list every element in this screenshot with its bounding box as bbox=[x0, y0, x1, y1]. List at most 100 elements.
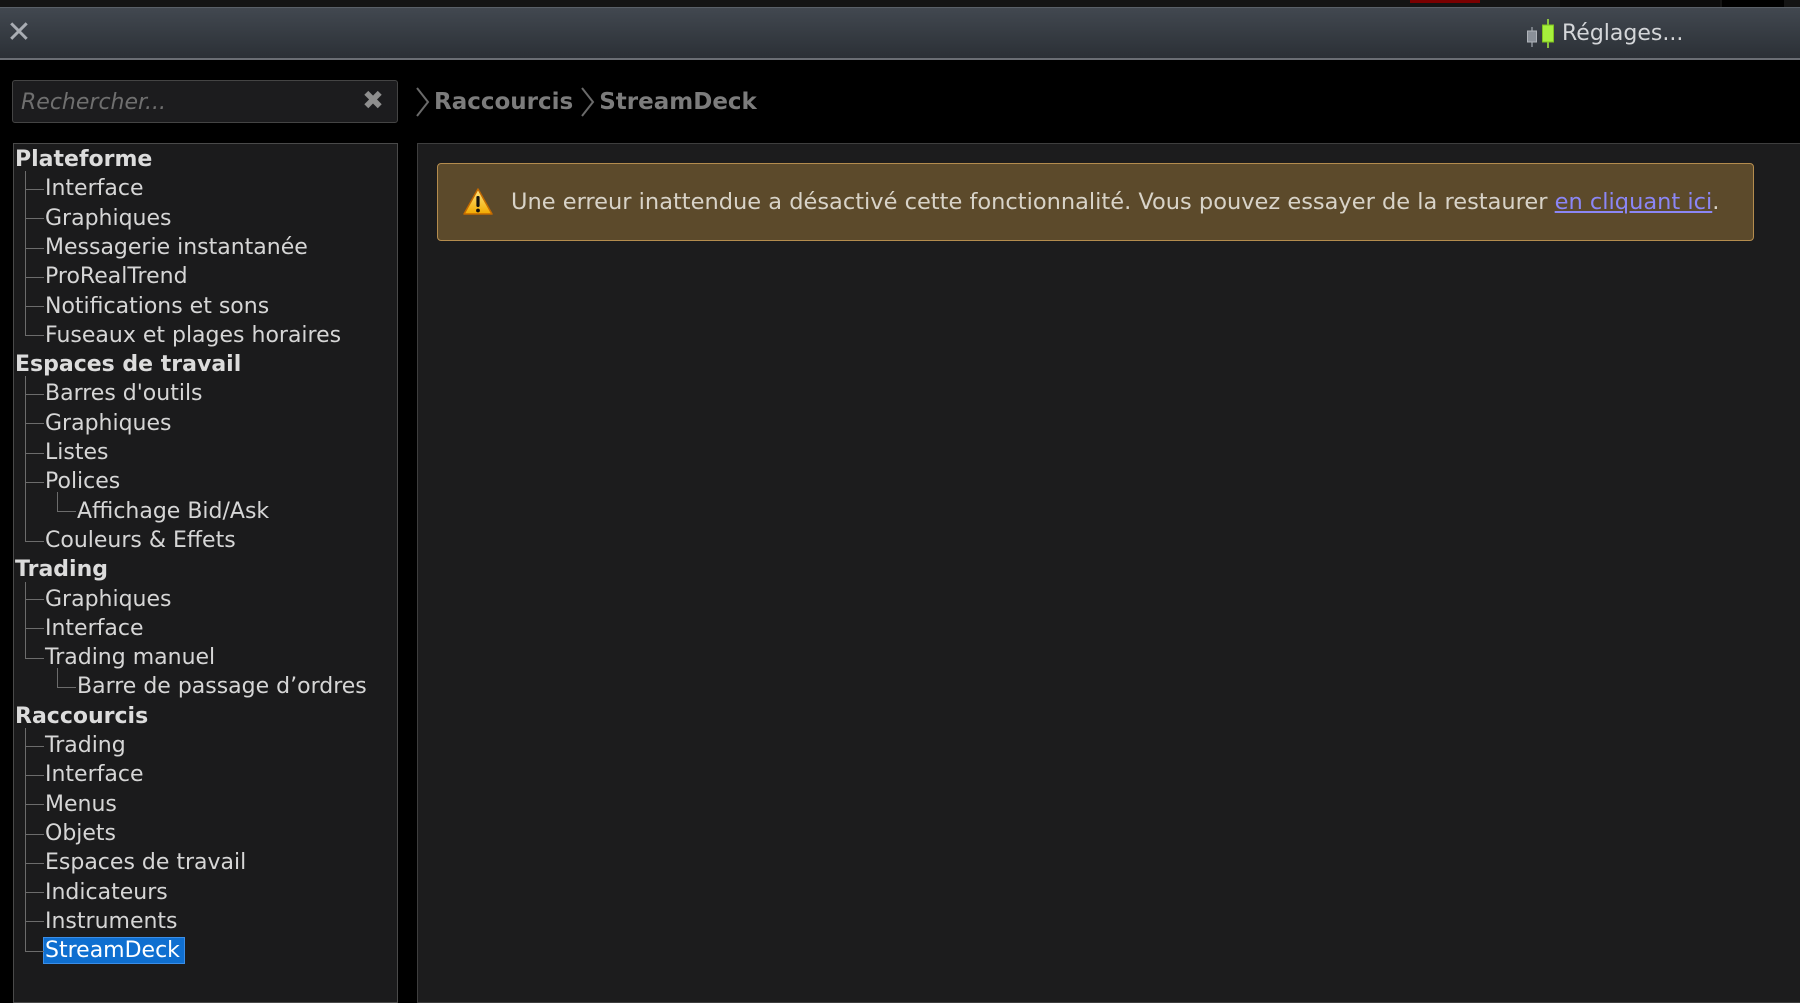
candlestick-icon bbox=[1527, 19, 1554, 48]
tree-item-streamdeck[interactable]: StreamDeck bbox=[43, 936, 185, 965]
tree-item-interface[interactable]: Interface bbox=[44, 614, 148, 643]
tree-connector-line bbox=[25, 171, 26, 336]
settings-tree: Plateforme Interface Graphiques Messagerie … bbox=[13, 143, 398, 1003]
tree-connector-line bbox=[25, 394, 44, 396]
alert-message: Une erreur inattendue a désactivé cette … bbox=[511, 189, 1719, 215]
tree-item-messagerie-instantanee[interactable]: Messagerie instantanée bbox=[44, 233, 312, 262]
tree-connector-line bbox=[25, 481, 44, 483]
tree-item-label: Graphiques bbox=[45, 586, 172, 612]
error-alert: Une erreur inattendue a désactivé cette … bbox=[437, 163, 1754, 241]
tree-item-label: Graphiques bbox=[45, 410, 172, 436]
tree-item-graphiques[interactable]: Graphiques bbox=[44, 585, 176, 614]
tree-item-fuseaux-et-plages-horaires[interactable]: Fuseaux et plages horaires bbox=[44, 321, 345, 350]
tree-item-label: Trading bbox=[15, 557, 108, 583]
tree-connector-line bbox=[25, 950, 44, 952]
tree-item-affichage-bid-ask[interactable]: Affichage Bid/Ask bbox=[76, 497, 273, 526]
search-box: ✖ bbox=[12, 80, 398, 124]
tree-item-notifications-et-sons[interactable]: Notifications et sons bbox=[44, 292, 273, 321]
tree-item-label: Interface bbox=[45, 762, 144, 788]
tree-item-label: Barres d'outils bbox=[45, 381, 203, 407]
restore-link[interactable]: en cliquant ici bbox=[1555, 189, 1713, 215]
tree-item-label: Espaces de travail bbox=[15, 352, 242, 378]
chevron-right-icon bbox=[416, 87, 430, 117]
tree-group-espaces-de-travail[interactable]: Espaces de travail bbox=[14, 350, 245, 379]
tree-group-trading[interactable]: Trading bbox=[14, 555, 112, 584]
tree-item-couleurs-effets[interactable]: Couleurs & Effets bbox=[44, 526, 240, 555]
tree-connector-line bbox=[25, 892, 44, 894]
tree-item-label: Graphiques bbox=[45, 205, 172, 231]
tree-item-listes[interactable]: Listes bbox=[44, 438, 112, 467]
tree-item-graphiques[interactable]: Graphiques bbox=[44, 409, 176, 438]
tree-item-barre-de-passage-d-ordres[interactable]: Barre de passage d’ordres bbox=[76, 672, 371, 701]
tree-item-label: Indicateurs bbox=[45, 879, 168, 905]
tree-connector-line bbox=[25, 774, 44, 776]
tree-connector-line bbox=[25, 599, 44, 601]
tree-item-label: Listes bbox=[45, 440, 109, 465]
background-panel bbox=[1722, 0, 1784, 7]
tree-group-raccourcis[interactable]: Raccourcis bbox=[14, 702, 152, 731]
breadcrumb-item-streamdeck[interactable]: StreamDeck bbox=[599, 89, 757, 115]
tree-connector-line bbox=[25, 745, 44, 747]
tree-item-label: Notifications et sons bbox=[45, 293, 270, 319]
tree-item-objets[interactable]: Objets bbox=[44, 819, 120, 848]
close-icon: ✕ bbox=[6, 15, 32, 50]
tree-item-label: Objets bbox=[45, 820, 117, 846]
tree-connector-line bbox=[25, 728, 26, 951]
clear-search-button[interactable]: ✖ bbox=[359, 87, 387, 115]
tree-item-prorealtrend[interactable]: ProRealTrend bbox=[44, 262, 192, 291]
warning-icon bbox=[463, 188, 493, 215]
close-button[interactable]: ✕ bbox=[4, 18, 34, 48]
settings-button[interactable]: Réglages... bbox=[1524, 16, 1683, 50]
tree-item-label: Couleurs & Effets bbox=[45, 527, 236, 553]
tree-connector-line bbox=[25, 276, 44, 278]
tree-item-barres-d-outils[interactable]: Barres d'outils bbox=[44, 379, 207, 408]
tree-item-label: Plateforme bbox=[15, 147, 153, 172]
tree-connector-line bbox=[25, 306, 44, 308]
background-panel bbox=[1560, 0, 1720, 7]
tree-item-trading-manuel[interactable]: Trading manuel bbox=[44, 643, 219, 672]
tree-item-graphiques[interactable]: Graphiques bbox=[44, 204, 176, 233]
tree-connector-line bbox=[57, 511, 76, 513]
tree-item-interface[interactable]: Interface bbox=[44, 760, 148, 789]
tree-item-menus[interactable]: Menus bbox=[44, 790, 121, 819]
search-input[interactable] bbox=[19, 81, 353, 124]
tree-connector-line bbox=[25, 423, 44, 425]
tree-item-label: Affichage Bid/Ask bbox=[77, 498, 270, 524]
tree-connector-line bbox=[25, 540, 44, 542]
breadcrumb-item-raccourcis[interactable]: Raccourcis bbox=[434, 89, 573, 115]
alert-suffix: . bbox=[1712, 189, 1720, 215]
tree-item-interface[interactable]: Interface bbox=[44, 174, 148, 203]
tree-item-label: Menus bbox=[45, 791, 117, 817]
tree-connector-line bbox=[25, 452, 44, 454]
tree-connector-line bbox=[25, 862, 44, 864]
tree-connector-line bbox=[57, 667, 58, 688]
chevron-right-icon bbox=[581, 87, 595, 117]
tree-connector-line bbox=[25, 188, 44, 190]
tree-item-label: ProRealTrend bbox=[45, 264, 188, 290]
tree-connector-line bbox=[57, 491, 58, 512]
tree-item-instruments[interactable]: Instruments bbox=[44, 907, 182, 936]
tree-group-plateforme[interactable]: Plateforme bbox=[14, 145, 156, 174]
tree-item-label: Interface bbox=[45, 176, 144, 202]
tree-item-label: Trading bbox=[45, 733, 126, 758]
tree-item-label: StreamDeck bbox=[43, 937, 185, 965]
tree-item-label: Instruments bbox=[45, 908, 178, 934]
tree-connector-line bbox=[25, 657, 44, 659]
tree-item-trading[interactable]: Trading bbox=[44, 731, 130, 760]
tree-connector-line bbox=[25, 804, 44, 806]
tree-item-label: Barre de passage d’ordres bbox=[77, 674, 367, 700]
tree-item-indicateurs[interactable]: Indicateurs bbox=[44, 878, 172, 907]
dialog-titlebar: ✕ Réglages... bbox=[0, 7, 1800, 60]
tree-item-label: Fuseaux et plages horaires bbox=[45, 322, 342, 348]
breadcrumb: Raccourcis StreamDeck bbox=[414, 84, 763, 120]
tree-connector-line bbox=[25, 921, 44, 923]
tree-item-label: Interface bbox=[45, 615, 144, 641]
tree-connector-line bbox=[25, 335, 44, 337]
alert-text: Une erreur inattendue a désactivé cette … bbox=[511, 189, 1555, 215]
background-app-strip bbox=[0, 0, 1800, 7]
tree-item-label: Espaces de travail bbox=[45, 850, 247, 876]
tree-item-espaces-de-travail[interactable]: Espaces de travail bbox=[44, 848, 250, 877]
tree-item-label: Messagerie instantanée bbox=[45, 234, 308, 260]
tree-connector-line bbox=[25, 628, 44, 630]
tree-item-label: Polices bbox=[45, 469, 121, 495]
